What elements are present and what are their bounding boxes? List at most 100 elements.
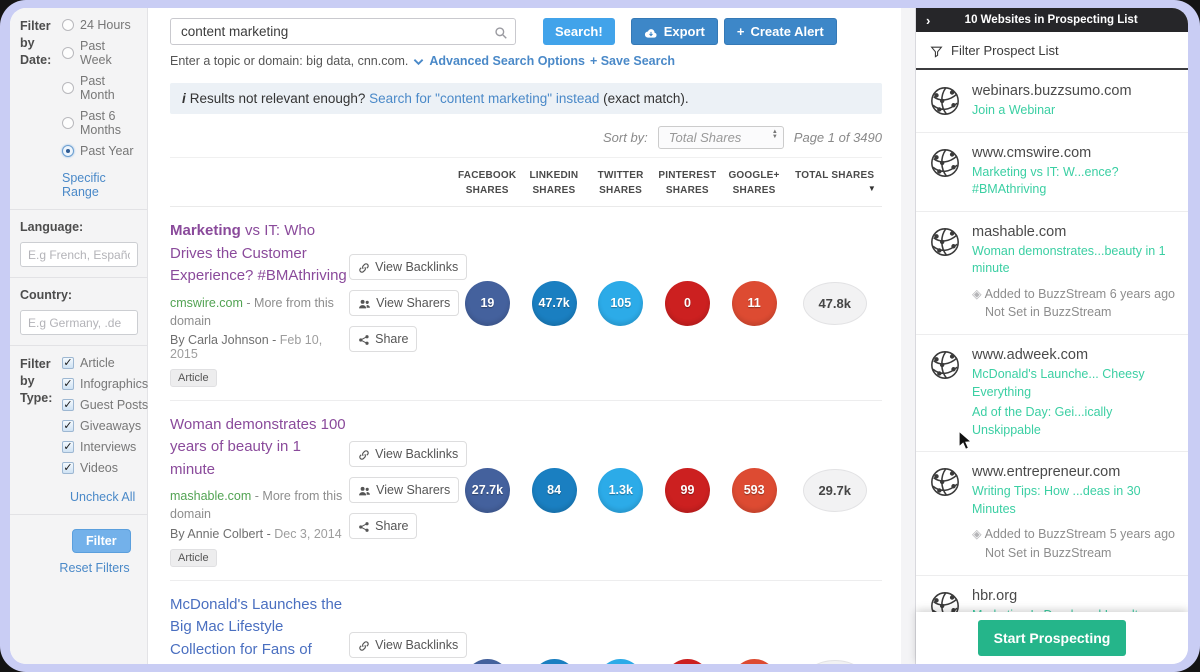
prospect-article-link[interactable]: Writing Tips: How ...deas in 30 Minutes (972, 483, 1176, 518)
type-filter-label: Filter by Type: (20, 357, 53, 405)
checkbox-guest-posts[interactable]: ✓ Guest Posts (62, 398, 148, 412)
collapse-panel-icon[interactable]: › (916, 13, 940, 28)
prospecting-count-title: 10 Websites in Prospecting List (964, 14, 1138, 26)
view-backlinks-button[interactable]: View Backlinks (349, 254, 468, 281)
search-button[interactable]: Search! (543, 18, 615, 45)
result-title-link[interactable]: McDonald's Launches the Big Mac Lifestyl… (170, 594, 349, 665)
radio-past-month[interactable]: Past Month (62, 74, 139, 102)
prospect-item[interactable]: mashable.com Woman demonstrates...beauty… (916, 212, 1188, 335)
buzzstream-status: Not Set in BuzzStream (985, 305, 1112, 320)
column-spacer (170, 168, 454, 198)
result-row: McDonald's Launches the Big Mac Lifestyl… (170, 581, 882, 665)
specific-range-link[interactable]: Specific Range (62, 171, 139, 199)
sort-select[interactable]: Total Shares ▲ ▼ (657, 126, 784, 149)
uncheck-all-link[interactable]: Uncheck All (70, 490, 135, 504)
radio-past-6-months[interactable]: Past 6 Months (62, 109, 139, 137)
checkbox-article[interactable]: ✓ Article (62, 356, 148, 370)
radio-icon[interactable] (62, 47, 74, 59)
search-helper-row: Enter a topic or domain: big data, cnn.c… (170, 54, 915, 68)
prospect-article-link[interactable]: McDonald's Launche... Cheesy Everything (972, 366, 1176, 401)
result-domain-link[interactable]: cmswire.com (170, 296, 243, 310)
prospect-domain[interactable]: www.adweek.com (972, 347, 1176, 363)
checkbox-infographics[interactable]: ✓ Infographics (62, 377, 148, 391)
radio-icon-selected[interactable] (62, 145, 74, 157)
notice-suffix: (exact match). (599, 91, 689, 106)
view-sharers-button[interactable]: View Sharers (349, 477, 460, 504)
save-search-link[interactable]: + Save Search (590, 54, 675, 68)
prospect-item[interactable]: www.adweek.com McDonald's Launche... Che… (916, 335, 1188, 452)
total-shares-cell: 22.6k (787, 659, 882, 664)
radio-icon[interactable] (62, 19, 74, 31)
filter-prospect-list[interactable]: Filter Prospect List (916, 32, 1188, 71)
buzzstream-status: Not Set in BuzzStream (985, 545, 1112, 560)
view-backlinks-button[interactable]: View Backlinks (349, 441, 468, 468)
country-input[interactable] (20, 310, 138, 335)
filter-button[interactable]: Filter (72, 529, 131, 553)
view-backlinks-button[interactable]: View Backlinks (349, 632, 468, 659)
globe-icon (928, 348, 962, 439)
checkbox-videos[interactable]: ✓ Videos (62, 461, 148, 475)
prospect-article-link[interactable]: Ad of the Day: Gei...ically Unskippable (972, 404, 1176, 439)
view-sharers-label: View Sharers (376, 483, 451, 498)
radio-icon[interactable] (62, 117, 74, 129)
share-button[interactable]: Share (349, 513, 418, 540)
export-button[interactable]: Export (630, 18, 718, 45)
link-icon (358, 260, 370, 274)
facebook-shares-value: 19 (464, 280, 510, 326)
diamond-icon: ◈ (972, 286, 982, 301)
sort-select-value: Total Shares (668, 130, 742, 145)
column-linkedin-shares: LinkedIn Shares (529, 170, 579, 196)
prospect-domain[interactable]: mashable.com (972, 224, 1176, 240)
create-alert-button[interactable]: + Create Alert (723, 18, 837, 45)
helper-text: Enter a topic or domain: big data, cnn.c… (170, 54, 409, 68)
radio-past-week[interactable]: Past Week (62, 39, 139, 67)
prospect-article-link[interactable]: Woman demonstrates...beauty in 1 minute (972, 243, 1176, 278)
checkbox-icon[interactable]: ✓ (62, 462, 74, 474)
radio-24-hours[interactable]: 24 Hours (62, 18, 139, 32)
googleplus-shares-value: 44 (731, 658, 777, 664)
view-sharers-button[interactable]: View Sharers (349, 290, 460, 317)
search-input[interactable] (170, 18, 516, 45)
prospect-domain[interactable]: www.entrepreneur.com (972, 464, 1176, 480)
prospect-article-link[interactable]: Marketing vs IT: W...ence? #BMAthriving (972, 164, 1176, 199)
pinterest-shares-cell: 100 (654, 658, 721, 664)
prospect-domain[interactable]: webinars.buzzsumo.com (972, 83, 1176, 99)
checkbox-icon[interactable]: ✓ (62, 357, 74, 369)
checkbox-icon[interactable]: ✓ (62, 441, 74, 453)
content-type-badge: Article (170, 548, 217, 567)
info-icon: i (182, 91, 186, 106)
language-input[interactable] (20, 242, 138, 267)
window-frame: Filter by Date: 24 Hours Past Week Past … (0, 0, 1200, 672)
checkbox-interviews[interactable]: ✓ Interviews (62, 440, 148, 454)
prospect-item[interactable]: www.cmswire.com Marketing vs IT: W...enc… (916, 133, 1188, 212)
radio-past-year[interactable]: Past Year (62, 144, 139, 158)
prospect-domain[interactable]: hbr.org (972, 588, 1176, 604)
linkedin-shares-cell: 47.7k (521, 280, 588, 326)
checkbox-icon[interactable]: ✓ (62, 420, 74, 432)
prospect-domain[interactable]: www.cmswire.com (972, 145, 1176, 161)
radio-icon[interactable] (62, 82, 74, 94)
facebook-shares-value: 21.1k (464, 658, 510, 664)
column-total-shares[interactable]: Total Shares ▼ (787, 168, 882, 198)
advanced-search-options-link[interactable]: Advanced Search Options (429, 54, 585, 68)
column-facebook-shares: Facebook Shares (458, 170, 517, 196)
exact-match-search-link[interactable]: Search for "content marketing" instead (369, 91, 599, 106)
prospecting-panel: › 10 Websites in Prospecting List Filter… (915, 8, 1188, 664)
result-title-link[interactable]: Woman demonstrates 100 years of beauty i… (170, 414, 349, 482)
app-window: Filter by Date: 24 Hours Past Week Past … (10, 8, 1188, 664)
reset-filters-link[interactable]: Reset Filters (50, 561, 139, 575)
result-title-link[interactable]: Marketing vs IT: Who Drives the Customer… (170, 220, 349, 288)
cloud-download-icon (644, 24, 658, 39)
checkbox-giveaways[interactable]: ✓ Giveaways (62, 419, 148, 433)
checkbox-icon[interactable]: ✓ (62, 399, 74, 411)
view-backlinks-label: View Backlinks (375, 260, 459, 275)
share-button[interactable]: Share (349, 326, 418, 353)
prospect-item[interactable]: webinars.buzzsumo.com Join a Webinar (916, 71, 1188, 133)
checkbox-icon[interactable]: ✓ (62, 378, 74, 390)
buzzstream-meta: ◈ Added to BuzzStream 6 years ago Not Set … (972, 285, 1176, 323)
prospect-article-link[interactable]: Join a Webinar (972, 102, 1176, 120)
start-prospecting-button[interactable]: Start Prospecting (977, 620, 1127, 656)
twitter-shares-value: 105 (598, 280, 644, 326)
prospect-item[interactable]: www.entrepreneur.com Writing Tips: How .… (916, 452, 1188, 576)
result-domain-link[interactable]: mashable.com (170, 489, 251, 503)
